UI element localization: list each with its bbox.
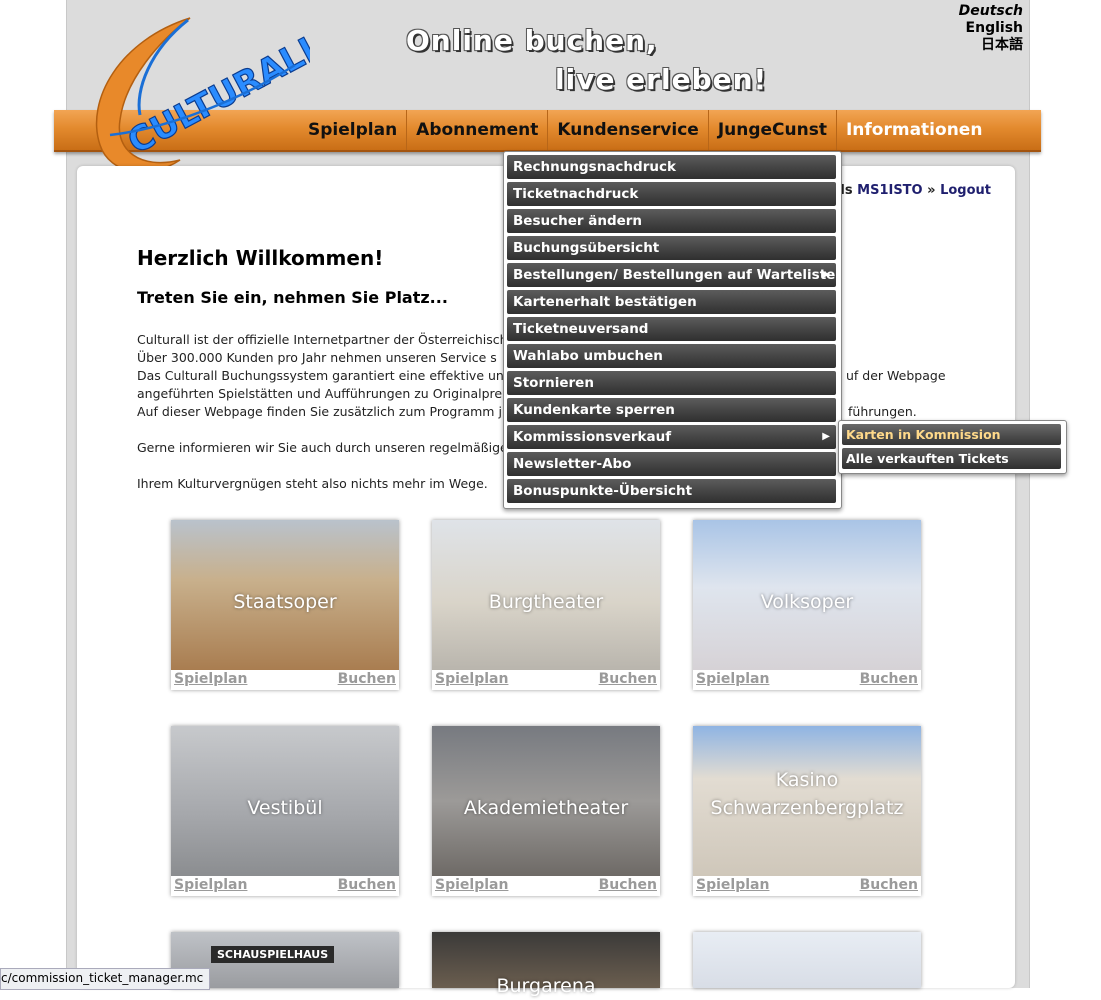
slogan-line-1: Online buchen, (406, 24, 658, 57)
menu-kartenerhalt[interactable]: Kartenerhalt bestätigen (507, 290, 836, 314)
logout-link[interactable]: Logout (940, 183, 991, 198)
page-subtitle: Treten Sie ein, nehmen Sie Platz... (137, 288, 448, 307)
intro-line-2: Über 300.000 Kunden pro Jahr nehmen unse… (137, 350, 497, 365)
buchen-link[interactable]: Buchen (860, 671, 918, 687)
page-title: Herzlich Willkommen! (137, 246, 384, 270)
venue-image[interactable] (693, 932, 921, 988)
venue-name: Akademietheater (463, 797, 629, 819)
venue-tile-vestibuel: Vestibül Spielplan Buchen (171, 726, 399, 896)
buchen-link[interactable]: Buchen (599, 877, 657, 893)
menu-rechnungsnachdruck[interactable]: Rechnungsnachdruck (507, 155, 836, 179)
intro-line-4: angeführten Spielstätten und Aufführunge… (137, 386, 503, 401)
venue-name: Staatsoper (233, 591, 337, 613)
submenu-arrow-icon: ▶ (822, 269, 830, 280)
menu-besucher-aendern[interactable]: Besucher ändern (507, 209, 836, 233)
venue-tile-kasino: Kasino Schwarzenbergplatz Spielplan Buch… (693, 726, 921, 896)
intro-line-3: Das Culturall Buchungssystem garantiert … (137, 368, 504, 383)
lang-english[interactable]: English (959, 20, 1023, 37)
nav-jungecunst[interactable]: JungeCunst (709, 110, 837, 150)
menu-ticketnachdruck[interactable]: Ticketnachdruck (507, 182, 836, 206)
nav-informationen[interactable]: Informationen (837, 110, 991, 150)
venue-name: Vestibül (247, 797, 323, 819)
status-bar-url: c/commission_ticket_manager.mc (0, 968, 211, 990)
language-switcher: Deutsch English 日本語 (959, 3, 1023, 54)
venue-tile-staatsoper: Staatsoper Spielplan Buchen (171, 520, 399, 690)
lang-deutsch[interactable]: Deutsch (959, 3, 1023, 20)
menu-ticketneuversand[interactable]: Ticketneuversand (507, 317, 836, 341)
kommission-submenu: Karten in Kommission verkaufen Alle verk… (838, 420, 1067, 474)
culturall-logo[interactable]: CULTURALL (80, 10, 310, 180)
nav-kundenservice[interactable]: Kundenservice (548, 110, 709, 150)
venue-name: Kasino Schwarzenbergplatz (710, 769, 904, 819)
menu-newsletter[interactable]: Newsletter-Abo (507, 452, 836, 476)
spielplan-link[interactable]: Spielplan (696, 671, 769, 687)
menu-stornieren[interactable]: Stornieren (507, 371, 836, 395)
buchen-link[interactable]: Buchen (338, 671, 396, 687)
venue-tile-volksoper: Volksoper Spielplan Buchen (693, 520, 921, 690)
login-user[interactable]: MS1ISTO (857, 183, 922, 198)
venue-name: Burgarena (496, 975, 596, 997)
slogan-line-2: live erleben! (555, 63, 768, 96)
spielplan-link[interactable]: Spielplan (435, 877, 508, 893)
submenu-alle-tickets[interactable]: Alle verkauften Tickets (842, 448, 1061, 469)
newsletter-text: Gerne informieren wir Sie auch durch uns… (137, 440, 508, 455)
submenu-karten-verkaufen[interactable]: Karten in Kommission verkaufen (842, 424, 1061, 463)
nav-spielplan[interactable]: Spielplan (299, 110, 408, 150)
nav-abonnement[interactable]: Abonnement (407, 110, 549, 150)
lang-japanese[interactable]: 日本語 (959, 37, 1023, 54)
spielplan-link[interactable]: Spielplan (174, 877, 247, 893)
spielplan-link[interactable]: Spielplan (174, 671, 247, 687)
schauspielhaus-sign: SCHAUSPIELHAUS (211, 946, 335, 963)
buchen-link[interactable]: Buchen (599, 671, 657, 687)
buchen-link[interactable]: Buchen (860, 877, 918, 893)
spielplan-link[interactable]: Spielplan (435, 671, 508, 687)
login-separator: » (927, 183, 936, 198)
menu-bestellungen[interactable]: Bestellungen/ Bestellungen auf Wartelist… (507, 263, 836, 287)
intro-line-5: Auf dieser Webpage finden Sie zusätzlich… (137, 404, 502, 419)
buchen-link[interactable]: Buchen (338, 877, 396, 893)
venue-tile-burgarena: Burgarena (432, 932, 660, 997)
menu-bonuspunkte[interactable]: Bonuspunkte-Übersicht (507, 479, 836, 503)
kundenservice-dropdown: Rechnungsnachdruck Ticketnachdruck Besuc… (503, 151, 842, 509)
venue-name: Burgtheater (488, 591, 604, 613)
menu-buchungsuebersicht[interactable]: Buchungsübersicht (507, 236, 836, 260)
closing-text: Ihrem Kulturvergnügen steht also nichts … (137, 476, 488, 491)
venue-tile-akademietheater: Akademietheater Spielplan Buchen (432, 726, 660, 896)
submenu-arrow-icon: ▶ (822, 431, 830, 442)
menu-kundenkarte[interactable]: Kundenkarte sperren (507, 398, 836, 422)
menu-wahlabo[interactable]: Wahlabo umbuchen (507, 344, 836, 368)
venue-tile-ninth (693, 932, 921, 988)
menu-kommissionsverkauf[interactable]: Kommissionsverkauf ▶ (507, 425, 836, 449)
menu-kommissionsverkauf-label: Kommissionsverkauf (513, 429, 672, 445)
spielplan-link[interactable]: Spielplan (696, 877, 769, 893)
intro-line-5-right: führungen. (848, 404, 917, 419)
intro-line-1: Culturall ist der offizielle Internetpar… (137, 332, 508, 347)
menu-bestellungen-label: Bestellungen/ Bestellungen auf Wartelist… (513, 267, 836, 283)
venue-name: Volksoper (760, 591, 854, 613)
venue-tile-burgtheater: Burgtheater Spielplan Buchen (432, 520, 660, 690)
intro-line-3-right: uf der Webpage (846, 368, 946, 383)
